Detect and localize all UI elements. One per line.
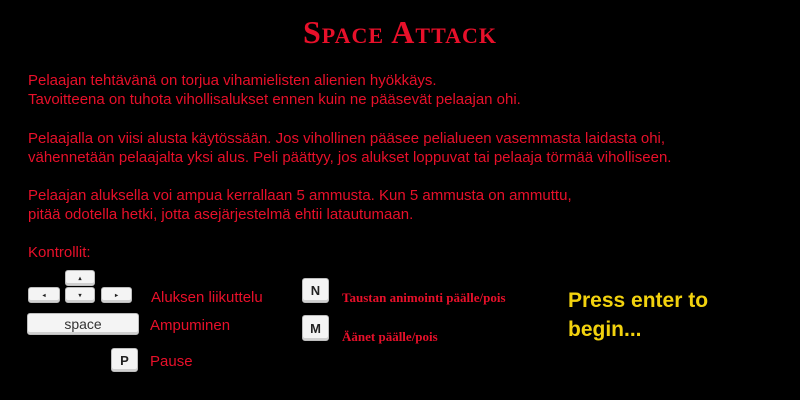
arrow-left-key: ◂ — [28, 287, 60, 303]
arrow-up-key: ▴ — [65, 270, 95, 286]
space-key: space — [27, 313, 139, 335]
intro-paragraph: Pelaajan tehtävänä on torjua vihamielist… — [28, 71, 521, 109]
lives-line-2: vähennetään pelaajalta yksi alus. Peli p… — [28, 149, 672, 166]
background-animation-label: Taustan animointi päälle/pois — [342, 290, 506, 305]
start-prompt: Press enter to begin... — [568, 286, 708, 344]
arrow-right-key: ▸ — [101, 287, 132, 303]
intro-line-1: Pelaajan tehtävänä on torjua vihamielist… — [28, 72, 437, 89]
start-prompt-line-1: Press enter to — [568, 289, 709, 312]
ammo-line-2: pitää odotella hetki, jotta asejärjestel… — [28, 206, 414, 223]
intro-line-2: Tavoitteena on tuhota vihollisalukset en… — [28, 91, 521, 108]
m-key: M — [302, 315, 329, 341]
move-label: Aluksen liikuttelu — [151, 289, 263, 306]
game-title: Space Attack — [303, 14, 497, 50]
pause-key: P — [111, 348, 138, 372]
sound-toggle-label: Äänet päälle/pois — [342, 329, 438, 344]
arrow-down-key: ▾ — [65, 287, 95, 303]
lives-paragraph: Pelaajalla on viisi alusta käytössään. J… — [28, 129, 671, 167]
lives-line-1: Pelaajalla on viisi alusta käytössään. J… — [28, 130, 666, 147]
n-key: N — [302, 278, 329, 303]
ammo-paragraph: Pelaajan aluksella voi ampua kerrallaan … — [28, 186, 572, 224]
ammo-line-1: Pelaajan aluksella voi ampua kerrallaan … — [28, 187, 572, 204]
shoot-label: Ampuminen — [150, 317, 231, 334]
pause-label: Pause — [150, 353, 193, 370]
controls-heading: Kontrollit: — [28, 244, 91, 261]
start-prompt-line-2: begin... — [568, 318, 642, 341]
